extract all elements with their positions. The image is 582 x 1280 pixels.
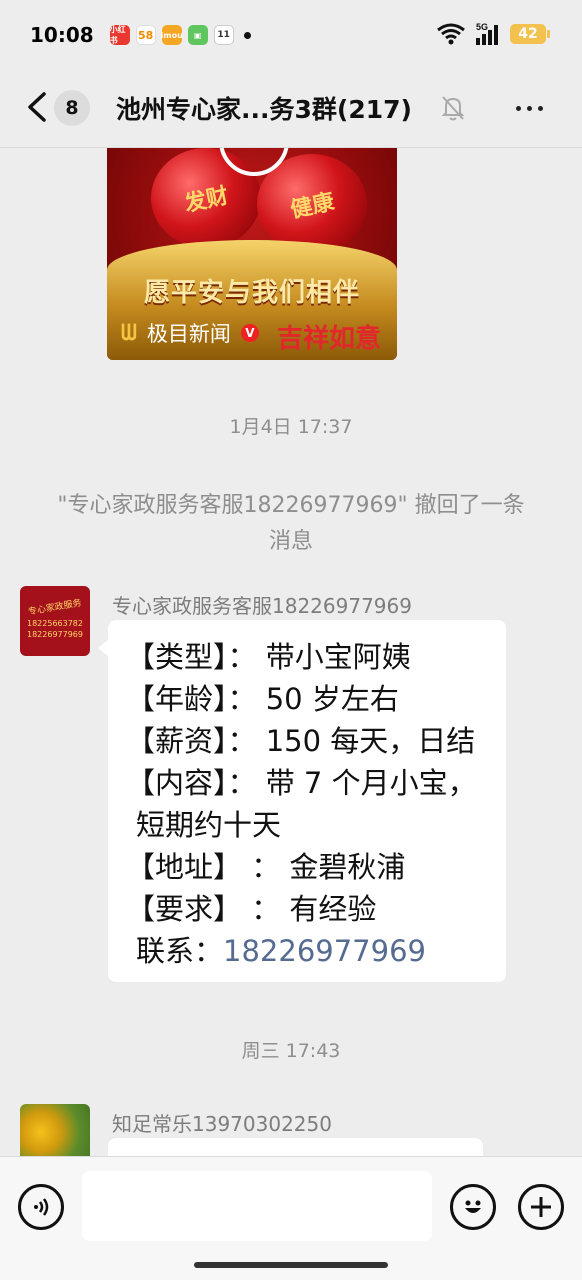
message-text: 【类型】： 带小宝阿姨 【年龄】： 50 岁左右 【薪资】： 150 每天，日结…	[126, 640, 477, 968]
chat-messages[interactable]: 发财 健康 愿平安与我们相伴 吉祥如意 ᗯ 极目新闻 V 1月4日 17:37 …	[0, 148, 582, 1156]
mute-bell-icon	[441, 96, 465, 121]
video-source-name: 极目新闻	[146, 322, 231, 346]
wifi-icon	[437, 23, 465, 45]
more-notifications-icon	[243, 31, 251, 39]
battery-icon: 42	[510, 24, 550, 44]
calendar-icon: 11	[213, 25, 234, 45]
contact-label: 联系：	[136, 934, 224, 968]
emoji-button[interactable]	[450, 1184, 496, 1230]
avatar[interactable]	[20, 1104, 90, 1156]
imou-icon: imou	[161, 25, 183, 45]
chat-header: 8 池州专心家...务3群(217)	[0, 70, 582, 148]
video-source: ᗯ 极目新闻 V	[121, 318, 259, 348]
svg-text:5G: 5G	[476, 22, 488, 32]
unread-count-badge[interactable]: 8	[54, 90, 90, 126]
message-bubble[interactable]: 【类型】： 带小宝阿姨 【年龄】： 50 岁左右 【薪资】： 150 每天，日结…	[98, 620, 506, 982]
smiley-icon	[465, 1200, 481, 1213]
status-time: 10:08	[30, 23, 94, 47]
signal-5g-icon: 5G	[476, 22, 498, 45]
video-share-card[interactable]: 发财 健康 愿平安与我们相伴 吉祥如意 ᗯ 极目新闻 V	[107, 148, 397, 360]
more-options-icon[interactable]	[516, 106, 543, 111]
plus-icon	[531, 1197, 551, 1217]
back-arrow-icon[interactable]	[24, 90, 52, 124]
message-input[interactable]	[82, 1171, 432, 1241]
phone-link[interactable]: 18226977969	[223, 934, 426, 968]
notification-icons: 小红书 58 imou ▣ 11	[109, 25, 251, 45]
sender-name: 专心家政服务客服18226977969	[112, 594, 412, 618]
voice-input-button[interactable]	[18, 1184, 64, 1230]
green-app-icon: ▣	[187, 25, 208, 45]
verified-badge: V	[240, 324, 259, 342]
timestamp: 周三 17:43	[241, 1040, 341, 1062]
jimu-logo-icon: ᗯ	[121, 320, 137, 346]
xiaohongshu-icon: 小红书	[109, 25, 130, 45]
recall-notice: "专心家政服务客服18226977969" 撤回了一条消息	[57, 493, 525, 554]
message-bubble[interactable]	[108, 1138, 483, 1156]
status-bar: 10:08 小红书 58 imou ▣ 11 5G 42	[0, 0, 582, 70]
avatar[interactable]: 专心家政服务 18225663782 18226977969	[20, 586, 90, 656]
more-functions-button[interactable]	[518, 1184, 564, 1230]
video-banner-text: 愿平安与我们相伴	[143, 278, 360, 308]
chat-title[interactable]: 池州专心家...务3群(217)	[116, 90, 412, 126]
timestamp: 1月4日 17:37	[229, 416, 353, 438]
status-right: 5G 42	[436, 22, 550, 46]
sender-name: 知足常乐13970302250	[112, 1112, 332, 1136]
video-deco-text: 吉祥如意	[276, 324, 381, 354]
home-indicator[interactable]	[194, 1262, 388, 1268]
app-58-icon: 58	[135, 25, 156, 45]
voice-icon	[34, 1198, 49, 1216]
